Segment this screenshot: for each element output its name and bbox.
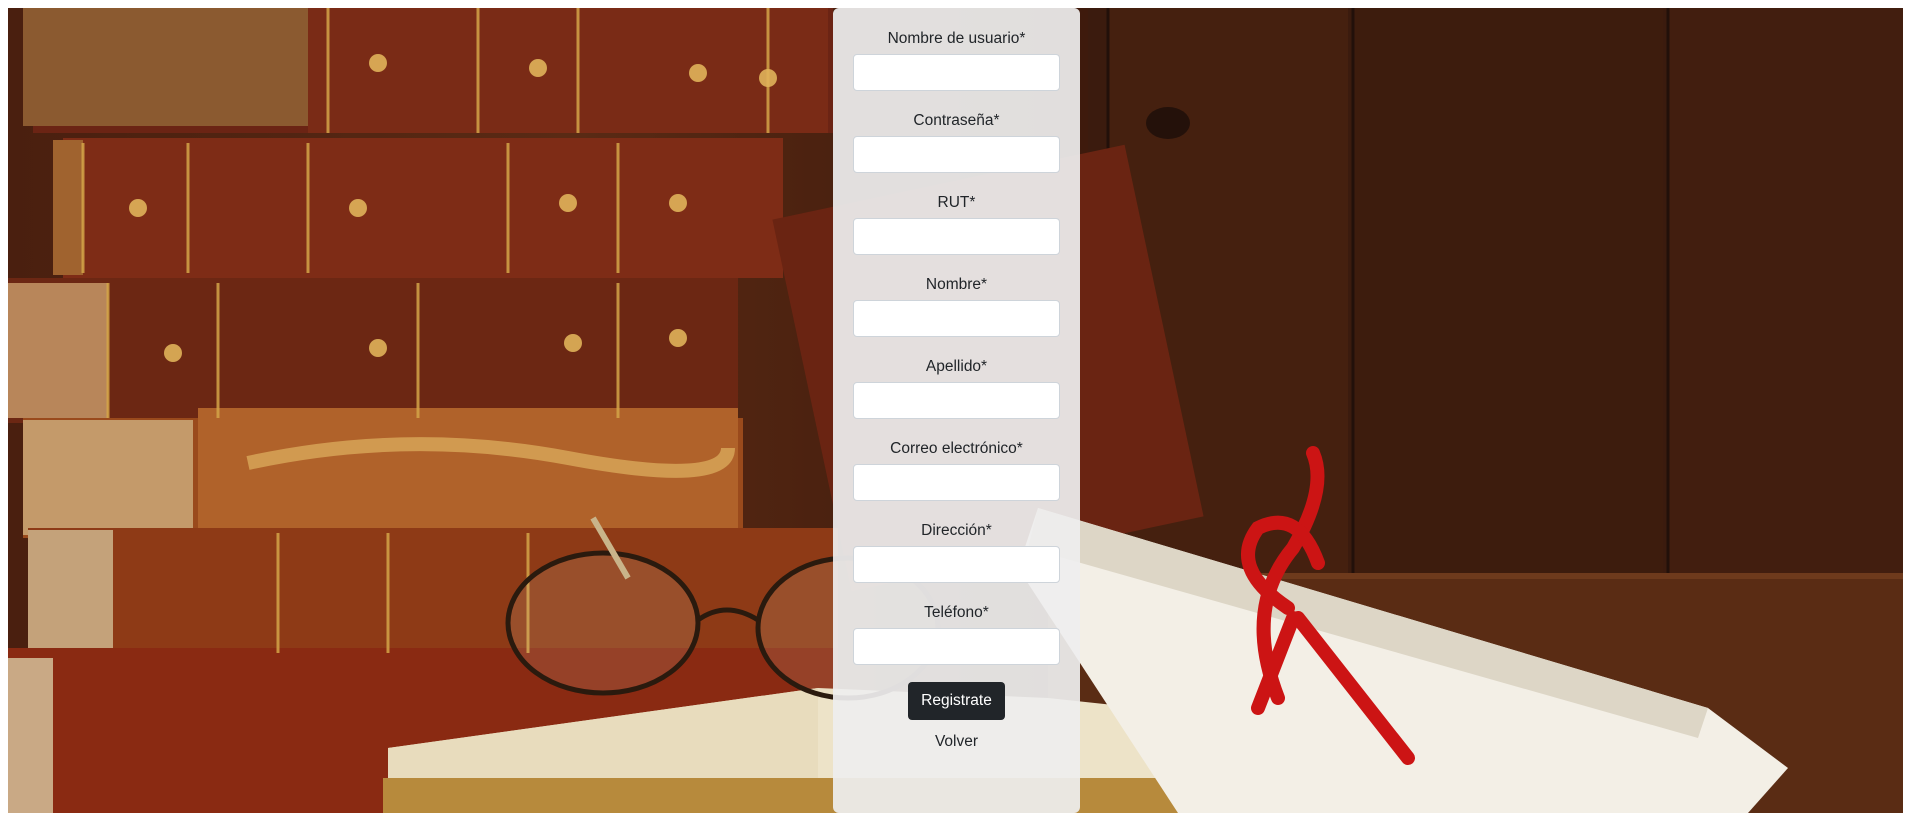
back-link[interactable]: Volver	[935, 733, 978, 751]
rut-label: RUT*	[937, 194, 976, 211]
first-name-input[interactable]	[853, 300, 1060, 337]
last-name-field-group: Apellido*	[833, 337, 1080, 419]
first-name-label: Nombre*	[925, 276, 988, 293]
address-input[interactable]	[853, 546, 1060, 583]
register-button[interactable]: Registrate	[908, 682, 1005, 720]
phone-field-group: Teléfono*	[833, 583, 1080, 665]
username-input[interactable]	[853, 54, 1060, 91]
password-input[interactable]	[853, 136, 1060, 173]
rut-field-group: RUT*	[833, 173, 1080, 255]
email-input[interactable]	[853, 464, 1060, 501]
rut-input[interactable]	[853, 218, 1060, 255]
last-name-label: Apellido*	[925, 358, 988, 375]
email-label: Correo electrónico*	[890, 440, 1023, 457]
first-name-field-group: Nombre*	[833, 255, 1080, 337]
address-field-group: Dirección*	[833, 501, 1080, 583]
phone-label: Teléfono*	[924, 604, 989, 621]
email-field-group: Correo electrónico*	[833, 419, 1080, 501]
registration-panel: Nombre de usuario* Contraseña* RUT* Nomb…	[833, 8, 1080, 813]
username-label: Nombre de usuario*	[887, 30, 1026, 47]
phone-input[interactable]	[853, 628, 1060, 665]
password-field-group: Contraseña*	[833, 91, 1080, 173]
last-name-input[interactable]	[853, 382, 1060, 419]
address-label: Dirección*	[921, 522, 992, 539]
username-field-group: Nombre de usuario*	[833, 8, 1080, 91]
password-label: Contraseña*	[913, 112, 1000, 129]
